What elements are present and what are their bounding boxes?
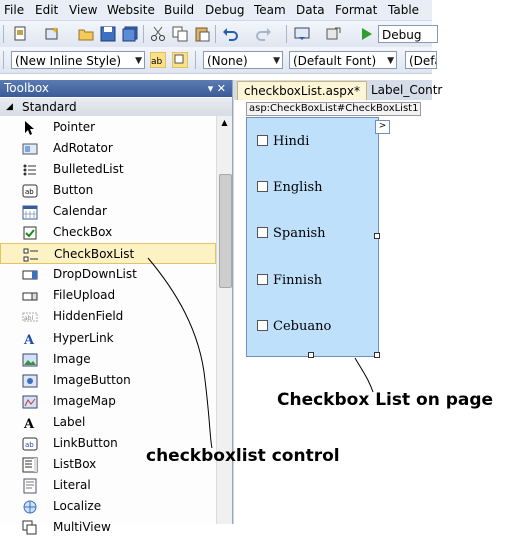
annotation-line-page — [354, 357, 374, 393]
annotation-control-note: checkboxlist control — [146, 446, 340, 466]
annotation-line-control — [147, 257, 213, 449]
annotation-page-note: Checkbox List on page — [277, 390, 494, 410]
